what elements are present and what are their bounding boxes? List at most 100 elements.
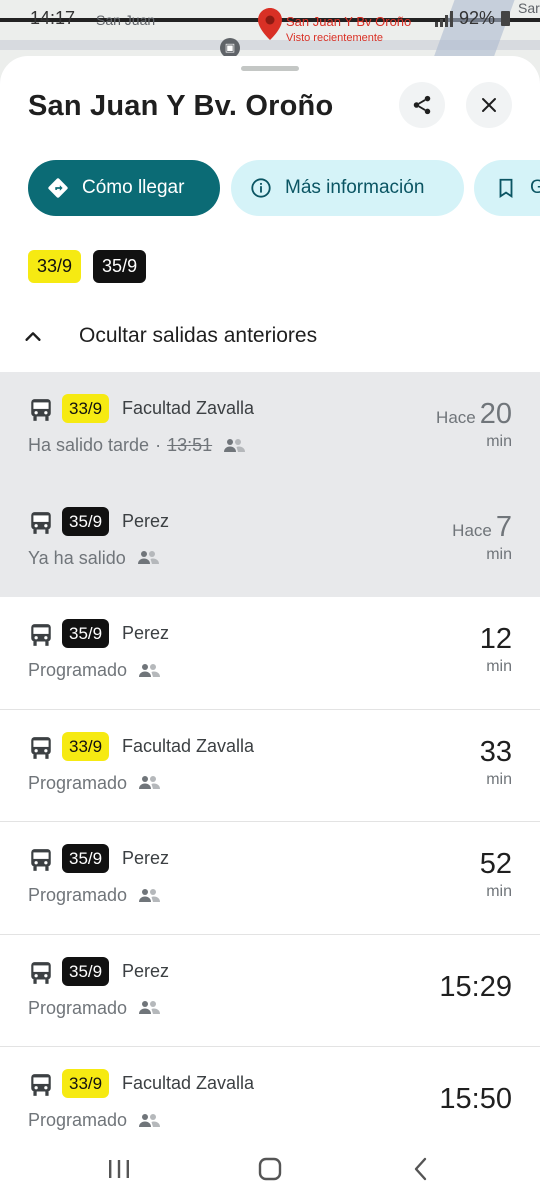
crowd-level-icon bbox=[137, 1113, 161, 1129]
eta-prefix: Hace bbox=[436, 408, 476, 427]
sheet-drag-handle[interactable] bbox=[241, 66, 299, 71]
departure-eta: Hace 20 min bbox=[436, 398, 512, 451]
more-info-label: Más información bbox=[285, 177, 425, 198]
crowd-level-icon bbox=[137, 663, 161, 679]
departure-destination: Perez bbox=[122, 510, 170, 531]
status-separator: · bbox=[155, 435, 162, 455]
route-badge: 35/9 bbox=[62, 956, 110, 986]
departure-status: Ya ha salido bbox=[28, 547, 126, 568]
departure-status-line: Programado bbox=[28, 1110, 161, 1131]
departure-eta: 12 min bbox=[480, 623, 512, 676]
eta-minutes: 12 bbox=[479, 623, 512, 655]
bus-icon bbox=[28, 397, 54, 423]
departures-list: 33/9 Facultad Zavalla Ha salido tarde · 13:5… bbox=[0, 372, 540, 1160]
departure-row[interactable]: 33/9 Facultad Zavalla Ha salido tarde · 13:5… bbox=[0, 372, 540, 485]
map-bus-stop-icon[interactable]: ▣ bbox=[220, 38, 240, 58]
chevron-up-icon bbox=[25, 332, 41, 341]
stop-details-sheet: San Juan Y Bv. Oroño Cómo llegar Más inf… bbox=[0, 56, 540, 1200]
signal-icon bbox=[434, 10, 453, 27]
crowd-level-icon bbox=[137, 888, 161, 904]
departure-row[interactable]: 35/9 Perez Programado 15:29 bbox=[0, 935, 540, 1047]
bus-icon bbox=[28, 960, 54, 986]
save-button[interactable]: G bbox=[474, 160, 540, 216]
route-badge[interactable]: 35/9 bbox=[93, 250, 147, 283]
hide-past-departures-toggle[interactable]: Ocultar salidas anteriores bbox=[0, 308, 540, 366]
eta-value-line: 52 bbox=[480, 848, 512, 881]
departure-status: Ha salido tarde bbox=[28, 435, 150, 455]
bus-icon bbox=[28, 1072, 54, 1098]
share-button[interactable] bbox=[399, 82, 445, 128]
eta-unit: min bbox=[486, 883, 512, 900]
departure-status: Programado bbox=[28, 772, 128, 793]
eta-minutes: 33 bbox=[479, 735, 512, 768]
system-nav-bar bbox=[0, 1140, 540, 1200]
info-icon bbox=[249, 176, 273, 200]
departure-clock-time: 15:29 bbox=[439, 970, 512, 1003]
departure-status-line: Programado bbox=[28, 885, 161, 906]
departure-row[interactable]: 33/9 Facultad Zavalla Programado 33 min bbox=[0, 710, 540, 822]
status-right: 92% bbox=[434, 8, 510, 29]
back-button[interactable] bbox=[406, 1154, 436, 1184]
share-icon bbox=[413, 95, 431, 115]
more-info-button[interactable]: Más información bbox=[231, 160, 464, 216]
battery-icon bbox=[501, 11, 510, 26]
eta-minutes: 20 bbox=[479, 398, 512, 430]
departure-row[interactable]: 35/9 Perez Programado 52 min bbox=[0, 822, 540, 935]
recent-apps-icon bbox=[109, 1160, 129, 1178]
eta-unit: min bbox=[486, 433, 512, 450]
route-badge[interactable]: 33/9 bbox=[28, 250, 82, 283]
home-icon bbox=[258, 1157, 282, 1181]
route-badges: 33/9 35/9 bbox=[28, 250, 147, 283]
eta-unit: min bbox=[486, 545, 512, 563]
departure-eta: 33 min bbox=[480, 736, 512, 789]
close-icon bbox=[482, 98, 496, 112]
crowd-level-icon bbox=[222, 438, 246, 454]
bus-icon bbox=[28, 622, 54, 648]
save-label: G bbox=[530, 177, 540, 198]
departure-status-line: Programado bbox=[28, 998, 161, 1019]
departure-status: Programado bbox=[28, 660, 128, 680]
crowd-level-icon bbox=[137, 1000, 161, 1016]
departure-destination: Perez bbox=[122, 960, 170, 981]
directions-label: Cómo llegar bbox=[82, 177, 185, 198]
eta-value-line: Hace 20 bbox=[436, 398, 512, 431]
eta-prefix: Hace bbox=[452, 520, 492, 540]
eta-unit: min bbox=[486, 658, 512, 675]
departure-row[interactable]: 35/9 Perez Programado 12 min bbox=[0, 597, 540, 710]
bus-icon bbox=[28, 510, 54, 536]
status-bar: 14:17 92% bbox=[0, 8, 540, 34]
back-icon bbox=[414, 1157, 427, 1181]
departure-row[interactable]: 35/9 Perez Ya ha salido Hace 7 min bbox=[0, 484, 540, 597]
route-badge: 33/9 bbox=[62, 731, 110, 761]
eta-value-line: Hace 7 bbox=[452, 511, 512, 544]
departure-status: Programado bbox=[28, 1110, 128, 1130]
departure-eta: Hace 7 min bbox=[452, 511, 512, 564]
page-title: San Juan Y Bv. Oroño bbox=[28, 90, 334, 122]
toggle-label: Ocultar salidas anteriores bbox=[79, 324, 318, 347]
departure-destination: Perez bbox=[122, 623, 170, 643]
scheduled-time: 13:51 bbox=[167, 435, 213, 455]
departure-destination: Facultad Zavalla bbox=[122, 398, 255, 418]
departure-destination: Facultad Zavalla bbox=[122, 1073, 255, 1093]
route-badge: 33/9 bbox=[62, 1069, 110, 1098]
recent-apps-button[interactable] bbox=[104, 1154, 134, 1184]
battery-percent: 92% bbox=[458, 8, 495, 28]
departure-status-line: Programado bbox=[28, 773, 161, 794]
route-badge: 35/9 bbox=[62, 844, 110, 873]
action-chips: Cómo llegar Más información G bbox=[28, 160, 540, 218]
directions-icon bbox=[46, 176, 70, 200]
departure-status-line: Programado bbox=[28, 660, 161, 681]
departure-clock-time: 15:50 bbox=[439, 1083, 512, 1115]
departure-status-line: Ha salido tarde · 13:51 bbox=[28, 435, 246, 456]
eta-minutes: 52 bbox=[479, 848, 512, 880]
status-time: 14:17 bbox=[30, 8, 76, 28]
close-button[interactable] bbox=[466, 82, 512, 128]
route-badge: 35/9 bbox=[62, 506, 110, 536]
home-button[interactable] bbox=[255, 1154, 285, 1184]
directions-button[interactable]: Cómo llegar bbox=[28, 160, 220, 216]
eta-minutes: 7 bbox=[495, 510, 512, 543]
eta-value-line: 12 bbox=[480, 623, 512, 656]
departure-destination: Perez bbox=[122, 848, 170, 868]
bus-icon bbox=[28, 735, 54, 761]
eta-unit: min bbox=[486, 770, 512, 788]
